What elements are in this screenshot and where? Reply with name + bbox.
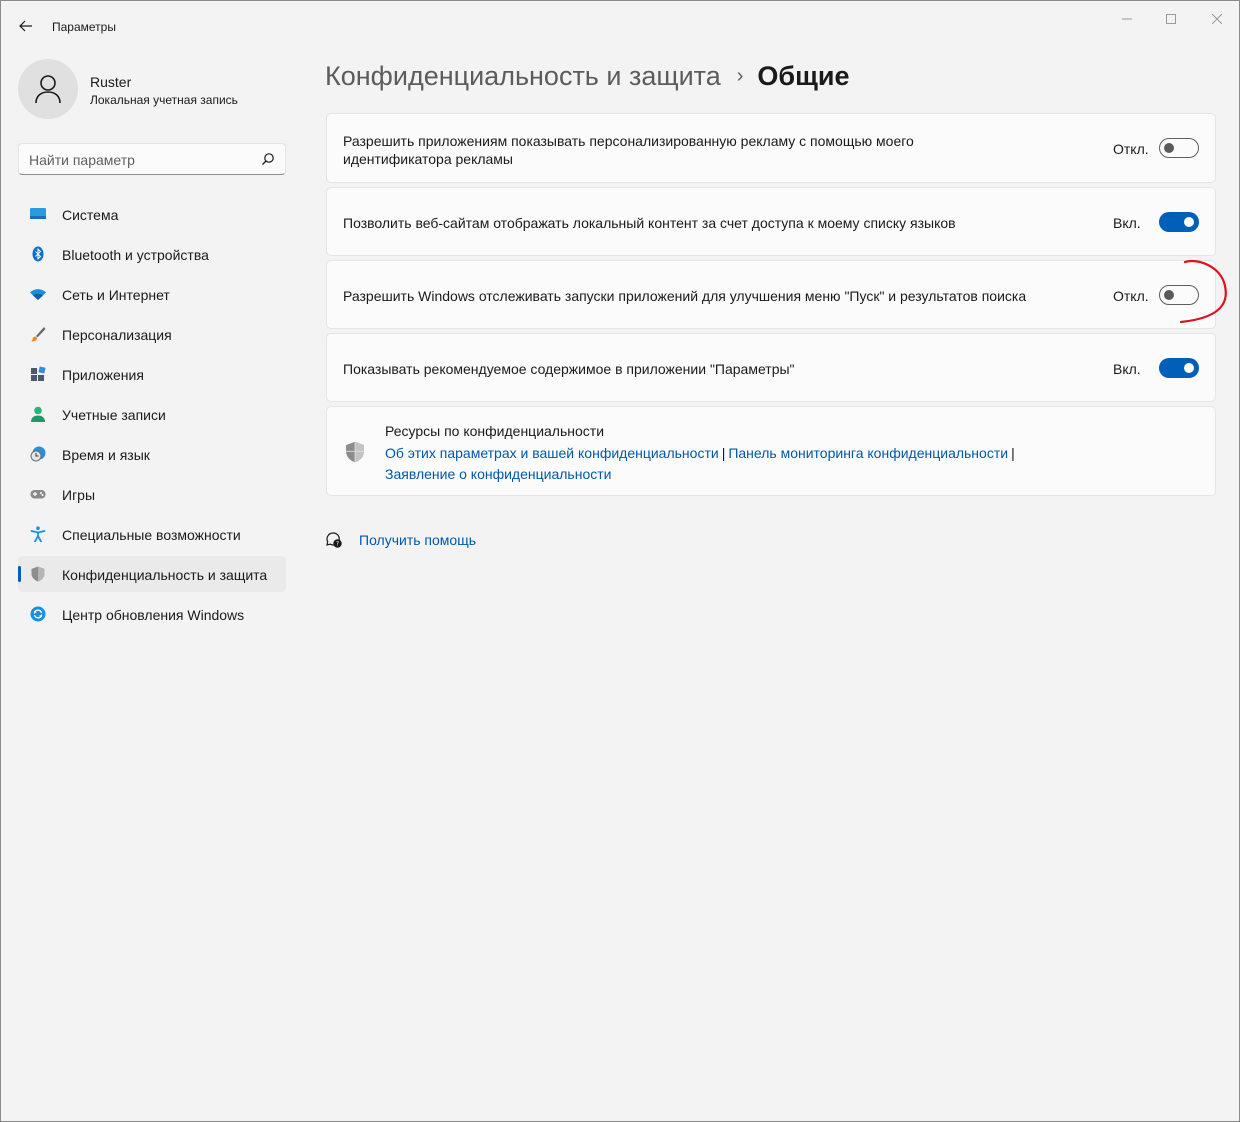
sidebar-item-label: Центр обновления Windows [62,607,245,623]
wifi-icon [30,289,46,300]
gamepad-icon [30,490,46,499]
sidebar-item-label: Персонализация [62,327,172,343]
maximize-icon [1166,14,1176,24]
setting-label: Позволить веб-сайтам отображать локальны… [343,215,956,231]
close-button[interactable] [1202,9,1232,29]
ad-id-toggle[interactable] [1159,138,1199,158]
privacy-settings-info-link[interactable]: Об этих параметрах и вашей конфиденциаль… [385,445,719,461]
setting-card-suggested-content: Показывать рекомендуемое содержимое в пр… [326,333,1216,402]
user-avatar-icon [35,75,61,104]
update-icon [30,606,46,622]
breadcrumb-parent[interactable]: Конфиденциальность и защита [325,61,721,91]
sidebar-item-personalization[interactable]: Персонализация [18,316,286,352]
bluetooth-icon [32,246,44,262]
sidebar-nav: Система Bluetooth и устройства Сеть и Ин… [18,196,286,636]
sidebar-item-apps[interactable]: Приложения [18,356,286,392]
language-list-toggle[interactable] [1159,212,1199,232]
account-icon [31,406,45,422]
sidebar-item-bluetooth[interactable]: Bluetooth и устройства [18,236,286,272]
sidebar-item-label: Bluetooth и устройства [62,247,209,263]
sidebar-item-accessibility[interactable]: Специальные возможности [18,516,286,552]
toggle-state-label: Откл. [1113,141,1149,157]
maximize-button[interactable] [1156,9,1186,29]
minimize-icon [1122,18,1132,20]
back-arrow-icon [19,20,32,32]
sidebar-item-windows-update[interactable]: Центр обновления Windows [18,596,286,632]
accessibility-icon [30,526,46,542]
sidebar-item-label: Приложения [62,367,144,383]
sidebar-item-label: Время и язык [62,447,150,463]
toggle-knob [1164,143,1174,153]
sidebar-item-accounts[interactable]: Учетные записи [18,396,286,432]
svg-text:?: ? [336,541,339,548]
sidebar-item-label: Учетные записи [62,407,166,423]
sidebar-item-system[interactable]: Система [18,196,286,232]
sidebar-item-label: Игры [62,487,96,503]
sidebar-item-label: Система [62,207,119,223]
time-language-icon [30,446,46,462]
toggle-state-label: Вкл. [1113,361,1141,377]
setting-card-app-launch-tracking: Разрешить Windows отслеживать запуски пр… [326,260,1216,329]
breadcrumb-separator-icon: › [736,65,744,87]
back-button[interactable] [13,13,39,39]
setting-label: Показывать рекомендуемое содержимое в пр… [343,361,795,377]
toggle-knob [1184,363,1194,373]
account-type: Локальная учетная запись [90,93,238,107]
sidebar-item-time-language[interactable]: Время и язык [18,436,286,472]
page-title: Конфиденциальность и защита › Общие [325,61,849,92]
resources-links: Об этих параметрах и вашей конфиденциаль… [385,443,1085,485]
toggle-knob [1184,217,1194,227]
privacy-dashboard-link[interactable]: Панель мониторинга конфиденциальности [728,445,1008,461]
setting-label: Разрешить Windows отслеживать запуски пр… [343,288,1027,304]
setting-label: Разрешить приложениям показывать персона… [343,133,914,167]
toggle-state-label: Откл. [1113,288,1149,304]
sidebar-item-label: Конфиденциальность и защита [62,567,268,583]
app-title: Параметры [52,20,116,34]
sidebar-item-label: Специальные возможности [62,527,241,543]
get-help-link[interactable]: Получить помощь [359,532,476,548]
sidebar-item-privacy[interactable]: Конфиденциальность и защита [18,556,286,592]
suggested-content-toggle[interactable] [1159,358,1199,378]
close-icon [1212,14,1222,24]
toggle-knob [1164,290,1174,300]
help-icon: ? [326,532,342,548]
minimize-button[interactable] [1112,9,1142,29]
privacy-resources-card: Ресурсы по конфиденциальности Об этих па… [326,406,1216,496]
toggle-state-label: Вкл. [1113,215,1141,231]
link-separator: | [1011,445,1015,461]
user-name: Ruster [90,74,132,90]
setting-card-ad-id: Разрешить приложениям показывать персона… [326,113,1216,183]
sidebar-item-network[interactable]: Сеть и Интернет [18,276,286,312]
resources-title: Ресурсы по конфиденциальности [385,423,605,439]
sidebar-item-label: Сеть и Интернет [62,287,170,303]
apps-icon [31,366,46,381]
search-input[interactable]: Найти параметр [18,143,286,175]
breadcrumb-current: Общие [757,61,850,91]
avatar [18,59,78,119]
search-icon [262,153,274,165]
link-separator: | [721,445,726,461]
brush-icon [31,327,46,342]
privacy-statement-link[interactable]: Заявление о конфиденциальности [385,466,611,482]
privacy-shield-icon [346,441,364,463]
privacy-shield-icon [31,566,45,582]
sidebar-item-gaming[interactable]: Игры [18,476,286,512]
title-bar: Параметры [1,1,1239,49]
setting-card-language-list: Позволить веб-сайтам отображать локальны… [326,187,1216,256]
system-icon [30,208,46,219]
search-placeholder: Найти параметр [29,152,135,168]
app-launch-tracking-toggle[interactable] [1159,285,1199,305]
settings-window: Параметры Ruster Локальная учетная запис… [0,0,1240,1122]
